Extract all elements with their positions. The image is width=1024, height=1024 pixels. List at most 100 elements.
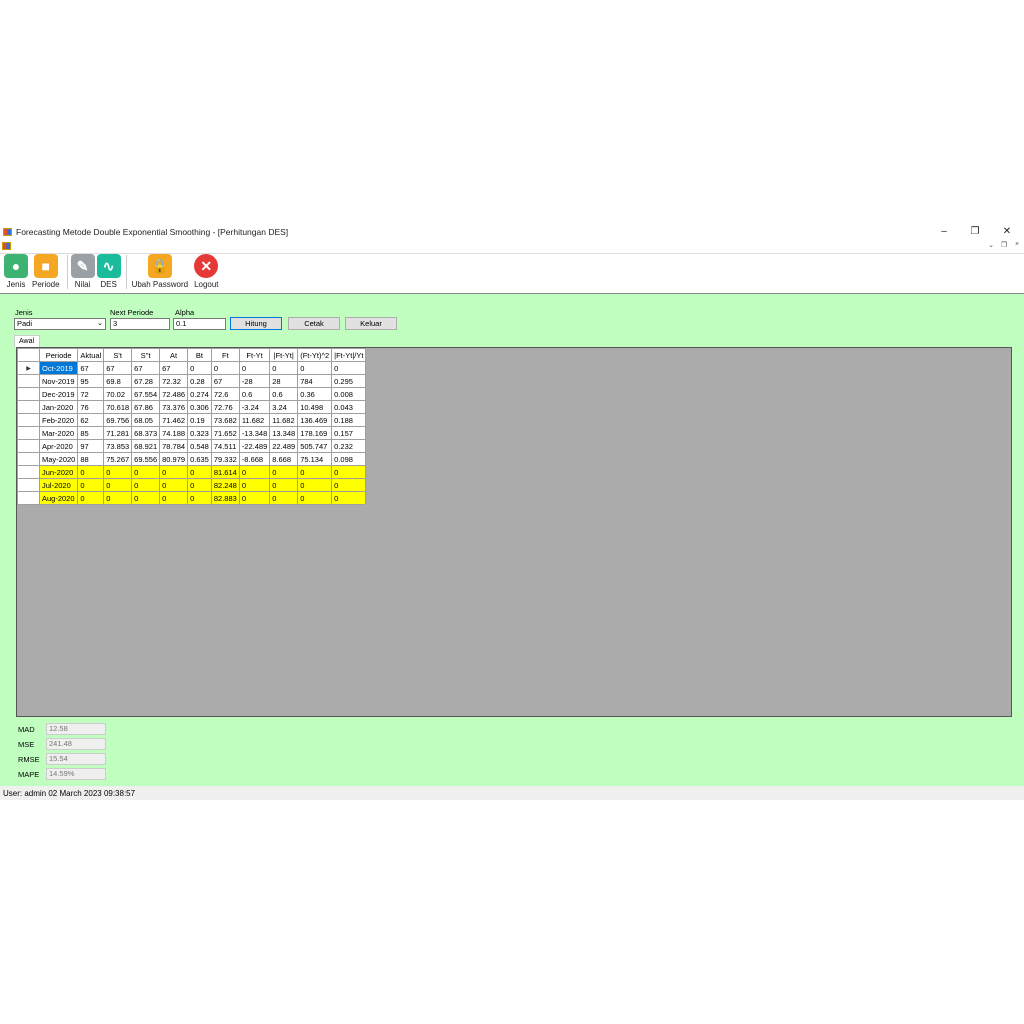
table-cell[interactable]: 0.6 [269,387,299,401]
table-cell[interactable]: 0.306 [187,400,212,414]
row-header[interactable] [17,478,40,492]
row-header[interactable] [17,400,40,414]
table-row[interactable]: May-2020 88 75.267 69.556 80.979 0.635 79.332-… [17,452,367,466]
table-cell[interactable]: -3.24 [238,400,271,414]
table-cell[interactable]: 0 [131,491,161,505]
table-cell[interactable]: 13.348 [269,426,299,440]
table-cell[interactable]: 0.098 [331,452,367,466]
table-cell[interactable]: 0.232 [331,439,367,453]
table-cell[interactable]: 0 [131,465,161,479]
table-cell[interactable]: 71.652 [210,426,240,440]
table-cell[interactable]: 68.05 [131,413,161,427]
table-cell[interactable]: 72.486 [159,387,189,401]
table-row[interactable]: ▶ Oct-2019 67 67 67 67 0 0 0 0 0 0 [17,361,367,375]
table-cell[interactable]: 75.134 [297,452,333,466]
toolbar-logout-button[interactable]: ✕ Logout [192,254,220,293]
table-row[interactable]: Jul-2020 0 0 0 0 0 82.248 0 0 0 0 [17,478,367,492]
table-cell[interactable]: 784 [297,374,333,388]
table-cell[interactable]: 88 [77,452,105,466]
table-cell[interactable]: Jan-2020 [38,400,79,414]
table-cell[interactable]: 72.76 [210,400,240,414]
table-cell[interactable]: 0 [331,361,367,375]
table-cell[interactable]: 0 [103,465,133,479]
table-cell[interactable]: 71.462 [159,413,189,427]
table-cell[interactable]: 82.883 [210,491,240,505]
alpha-input[interactable]: 0.1 [173,318,226,330]
table-cell[interactable]: 0.008 [331,387,367,401]
column-header[interactable]: (Ft-Yt)^2 [297,348,333,362]
row-header[interactable] [17,439,40,453]
row-header[interactable] [17,387,40,401]
table-cell[interactable]: 73.376 [159,400,189,414]
table-cell[interactable]: 0 [238,361,271,375]
row-header[interactable] [17,413,40,427]
table-cell[interactable]: 0 [269,465,299,479]
table-cell[interactable]: 178.169 [297,426,333,440]
table-cell[interactable]: Aug-2020 [38,491,79,505]
table-cell[interactable]: Oct-2019 [38,361,79,375]
table-cell[interactable]: 0.635 [187,452,212,466]
table-cell[interactable]: Apr-2020 [38,439,79,453]
table-cell[interactable]: Nov-2019 [38,374,79,388]
child-window-icon[interactable] [2,242,11,250]
table-cell[interactable]: 8.668 [269,452,299,466]
table-row[interactable]: Aug-2020 0 0 0 0 0 82.883 0 0 0 0 [17,491,367,505]
des-data-grid[interactable]: Periode Aktual S't S''t At Bt Ft Ft-Yt |Ft-Yt| (F… [16,347,1012,717]
table-cell[interactable]: 71.281 [103,426,133,440]
table-cell[interactable]: 0.157 [331,426,367,440]
jenis-select[interactable]: Padi ⌄ [14,318,106,330]
hitung-button[interactable]: Hitung [230,317,282,330]
table-cell[interactable]: 67 [103,361,133,375]
toolbar-periode-button[interactable]: ■ Periode [30,254,62,293]
toolbar-jenis-button[interactable]: ● Jenis [4,254,28,293]
table-cell[interactable]: 67 [210,374,240,388]
table-cell[interactable]: 0.274 [187,387,212,401]
table-cell[interactable]: 67.28 [131,374,161,388]
row-header[interactable] [17,374,40,388]
table-cell[interactable]: 0 [187,491,212,505]
row-header[interactable] [17,465,40,479]
table-cell[interactable]: 76 [77,400,105,414]
table-cell[interactable]: 74.511 [210,439,240,453]
table-cell[interactable]: 22.489 [269,439,299,453]
table-cell[interactable]: 0 [187,361,212,375]
table-cell[interactable]: 0 [297,491,333,505]
cetak-button[interactable]: Cetak [288,317,340,330]
table-cell[interactable]: 72.6 [210,387,240,401]
table-cell[interactable]: 85 [77,426,105,440]
table-cell[interactable]: 0 [187,465,212,479]
table-cell[interactable]: 0 [331,465,367,479]
table-cell[interactable]: 11.682 [269,413,299,427]
table-cell[interactable]: 95 [77,374,105,388]
table-cell[interactable]: 68.921 [131,439,161,453]
column-header[interactable]: |Ft-Yt|/Yt [331,348,367,362]
table-cell[interactable]: 70.02 [103,387,133,401]
table-cell[interactable]: 0 [331,491,367,505]
next-periode-input[interactable]: 3 [110,318,170,330]
row-header[interactable] [17,452,40,466]
table-cell[interactable]: 0 [297,478,333,492]
table-cell[interactable]: 62 [77,413,105,427]
table-cell[interactable]: 0.28 [187,374,212,388]
table-cell[interactable]: 0 [238,478,271,492]
table-cell[interactable]: 0 [103,491,133,505]
child-close-button[interactable]: × [1012,241,1022,248]
table-cell[interactable]: Dec-2019 [38,387,79,401]
table-cell[interactable]: 0.6 [238,387,271,401]
table-cell[interactable]: 0 [77,465,105,479]
table-cell[interactable]: 0 [238,465,271,479]
table-cell[interactable]: -13.348 [238,426,271,440]
table-cell[interactable]: 69.756 [103,413,133,427]
table-cell[interactable]: Feb-2020 [38,413,79,427]
table-cell[interactable]: 0.19 [187,413,212,427]
table-cell[interactable]: 0 [103,478,133,492]
table-cell[interactable]: 0 [269,361,299,375]
tab-awal[interactable]: Awal [14,335,40,347]
table-cell[interactable]: 79.332 [210,452,240,466]
table-cell[interactable]: 0 [77,491,105,505]
table-cell[interactable]: 80.979 [159,452,189,466]
table-cell[interactable]: 0.36 [297,387,333,401]
column-header[interactable]: S''t [131,348,161,362]
table-cell[interactable]: 97 [77,439,105,453]
table-cell[interactable]: 0.548 [187,439,212,453]
